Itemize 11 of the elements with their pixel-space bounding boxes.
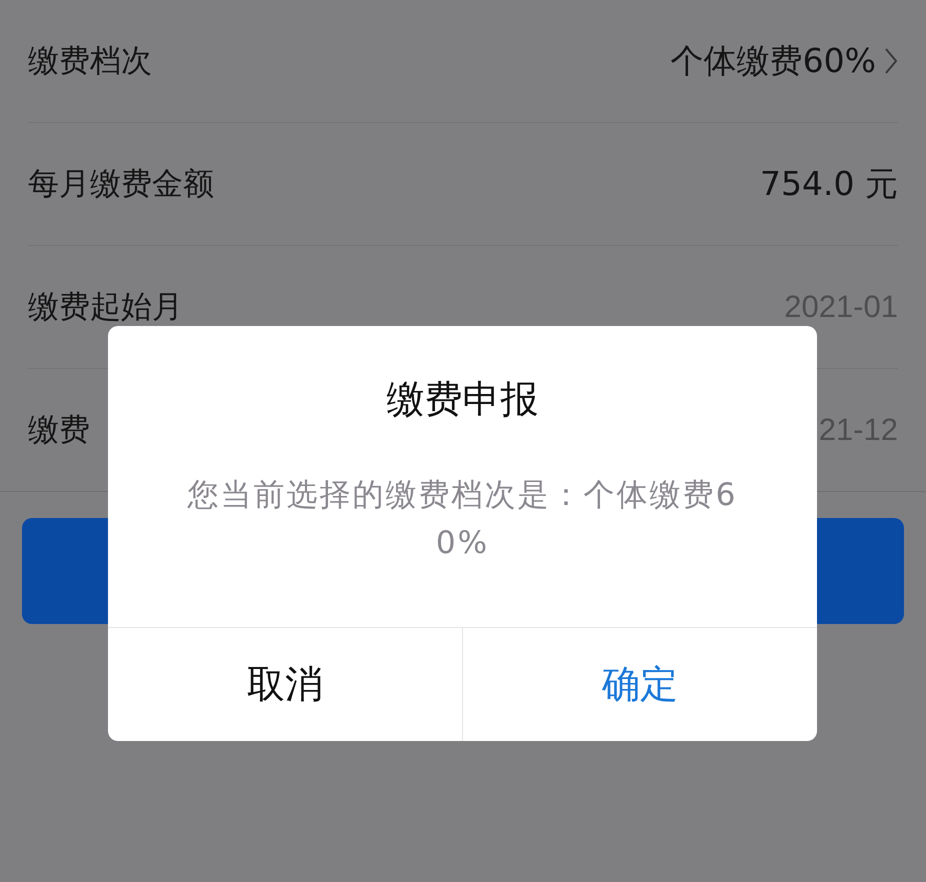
row-label: 缴费起始月	[28, 288, 183, 327]
dialog-title: 缴费申报	[386, 376, 538, 423]
row-label: 缴费档次	[28, 42, 152, 81]
row-label: 缴费	[28, 411, 90, 450]
dialog-message: 您当前选择的缴费档次是：个体缴费60%	[186, 476, 738, 563]
confirm-button[interactable]: 确定	[462, 628, 817, 741]
row-value: 个体缴费60%	[670, 40, 876, 82]
row-label: 每月缴费金额	[28, 165, 214, 204]
chevron-icon[interactable]	[884, 47, 898, 75]
cancel-button[interactable]: 取消	[108, 628, 462, 741]
row-value: 754.0 元	[760, 162, 898, 204]
